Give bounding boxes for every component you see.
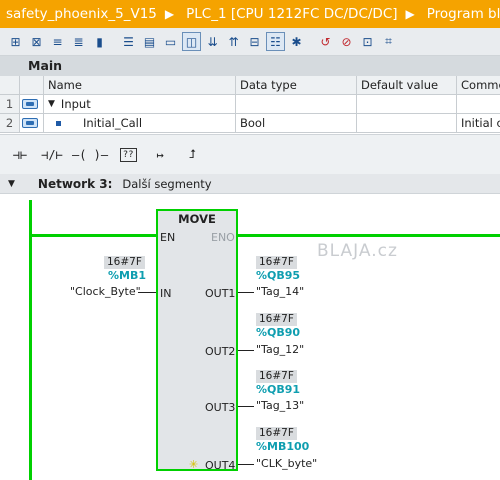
interface-table: Name Data type Default value Comment 1 ▼… (0, 76, 500, 133)
favorites-icon[interactable]: ✱ (287, 32, 306, 51)
out2-monitor-value: 16#7F (256, 313, 297, 326)
table-row[interactable]: 1 ▼ Input (0, 95, 500, 114)
breadcrumb-separator-icon: ▶ (164, 7, 175, 21)
row-default-value[interactable] (357, 95, 457, 113)
empty-box-icon[interactable]: ?? (116, 143, 140, 167)
row-name[interactable]: Initial_Call (83, 116, 142, 130)
tia-portal-editor: safety_phoenix_5_V15 ▶ PLC_1 [CPU 1212FC… (0, 0, 500, 480)
column-header-index (0, 76, 20, 94)
out1-wire (238, 292, 254, 293)
out4-wire (238, 464, 254, 465)
interface-table-header: Name Data type Default value Comment (0, 76, 500, 95)
coil-icon[interactable]: –( )– (72, 143, 108, 167)
network-label: Network 3: (37, 176, 113, 191)
call-icon[interactable]: ↺ (316, 32, 335, 51)
pin-en: EN (160, 231, 176, 244)
pin-out4: OUT4 (205, 459, 236, 472)
monitor-all-icon[interactable]: ≣ (69, 32, 88, 51)
column-header-comment[interactable]: Comment (457, 76, 500, 94)
collapse-triangle-icon[interactable]: ▼ (48, 99, 55, 109)
close-all-icon[interactable]: ⇈ (224, 32, 243, 51)
normally-open-contact-icon[interactable]: ⊣⊢ (8, 143, 32, 167)
insert-row-icon[interactable]: ⊟ (245, 32, 264, 51)
row-data-type[interactable]: Bool (236, 114, 357, 132)
out1-monitor-value: 16#7F (256, 256, 297, 269)
in-wire (138, 292, 156, 293)
delete-network-icon[interactable]: ▤ (140, 32, 159, 51)
block-title: MOVE (178, 212, 216, 226)
network-comment[interactable]: Další segmenty (122, 177, 211, 191)
toolbar-separator (308, 33, 314, 51)
out2-tag[interactable]: "Tag_12" (256, 343, 304, 356)
pin-out3: OUT3 (205, 401, 236, 414)
out3-address: %QB91 (256, 383, 301, 396)
column-header-name[interactable]: Name (44, 76, 236, 94)
interface-input-icon (22, 118, 38, 128)
out2-address: %QB90 (256, 326, 301, 339)
network-collapse-icon[interactable]: ▼ (8, 179, 15, 189)
breadcrumb-plc[interactable]: PLC_1 [CPU 1212FC DC/DC/DC] (180, 6, 397, 22)
stop-icon[interactable]: ⊘ (337, 32, 356, 51)
column-header-data-type[interactable]: Data type (236, 76, 357, 94)
breadcrumb: safety_phoenix_5_V15 ▶ PLC_1 [CPU 1212FC… (0, 0, 500, 28)
normally-closed-contact-icon[interactable]: ⊣/⊢ (40, 143, 64, 167)
lad-instruction-toolbar: ⊣⊢ ⊣/⊢ –( )– ?? ↦ ⮥ (0, 134, 500, 174)
comments-icon[interactable]: ▭ (161, 32, 180, 51)
network-header[interactable]: ▼ Network 3: Další segmenty (0, 174, 500, 194)
editor-toolbar: ⊞ ⊠ ≡ ≣ ▮ ☰ ▤ ▭ ◫ ⇊ ⇈ ⊟ ☷ ✱ ↺ ⊘ ⊡ ⌗ (0, 28, 500, 56)
open-all-icon[interactable]: ⇊ (203, 32, 222, 51)
parameter-bullet-icon (56, 120, 61, 126)
open-branch-icon[interactable]: ↦ (148, 143, 172, 167)
powerflow-rung-out (237, 234, 500, 237)
table-row[interactable]: 2 Initial_Call Bool Initial c (0, 114, 500, 133)
pin-in: IN (160, 287, 172, 300)
pin-eno: ENO (211, 231, 235, 244)
move-block[interactable]: MOVE EN ENO IN OUT1 OUT2 OUT3 OUT4 ✳ (156, 209, 238, 472)
breadcrumb-program-blocks[interactable]: Program blocks (421, 6, 500, 22)
out2-wire (238, 350, 254, 351)
absolute-operands-icon[interactable]: ☷ (266, 32, 285, 51)
symbol-info-icon[interactable]: ◫ (182, 32, 201, 51)
new-output-star-icon: ✳ (189, 458, 199, 471)
row-name[interactable]: Input (61, 97, 91, 111)
power-rail (29, 200, 32, 480)
column-header-icon (20, 76, 44, 94)
out1-address: %QB95 (256, 269, 301, 282)
ladder-network: BLAJA.cz MOVE EN ENO IN OUT1 OUT2 OUT3 O… (0, 194, 500, 480)
insert-network-icon[interactable]: ☰ (119, 32, 138, 51)
row-comment[interactable] (457, 95, 500, 113)
out4-address: %MB100 (256, 440, 310, 453)
out3-monitor-value: 16#7F (256, 370, 297, 383)
toolbar-separator (111, 33, 117, 51)
out3-wire (238, 406, 254, 407)
row-default-value[interactable] (357, 114, 457, 132)
in-tag[interactable]: "Clock_Byte" (70, 285, 141, 298)
in-address: %MB1 (108, 269, 147, 282)
row-data-type[interactable] (236, 95, 357, 113)
pin-out1: OUT1 (205, 287, 236, 300)
close-branch-icon[interactable]: ⮥ (180, 143, 204, 167)
disconnect-icon[interactable]: ⊠ (27, 32, 46, 51)
navigation-icon[interactable]: ⌗ (379, 32, 398, 51)
monitor-icon[interactable]: ≡ (48, 32, 67, 51)
interface-section-title[interactable]: Main (0, 56, 500, 76)
watermark: BLAJA.cz (317, 241, 398, 261)
interface-input-icon (22, 99, 38, 109)
breadcrumb-project[interactable]: safety_phoenix_5_V15 (0, 6, 157, 22)
out3-tag[interactable]: "Tag_13" (256, 399, 304, 412)
out4-tag[interactable]: "CLK_byte" (256, 457, 317, 470)
download-icon[interactable]: ▮ (90, 32, 109, 51)
go-to-icon[interactable]: ⊡ (358, 32, 377, 51)
row-number: 1 (0, 95, 20, 113)
row-number: 2 (0, 114, 20, 132)
pin-out2: OUT2 (205, 345, 236, 358)
column-header-default-value[interactable]: Default value (357, 76, 457, 94)
breadcrumb-separator-icon: ▶ (405, 7, 415, 21)
in-monitor-value: 16#7F (104, 256, 145, 269)
out4-monitor-value: 16#7F (256, 427, 297, 440)
powerflow-rung (29, 234, 157, 237)
connect-icon[interactable]: ⊞ (6, 32, 25, 51)
out1-tag[interactable]: "Tag_14" (256, 285, 304, 298)
row-comment[interactable]: Initial c (457, 114, 500, 132)
